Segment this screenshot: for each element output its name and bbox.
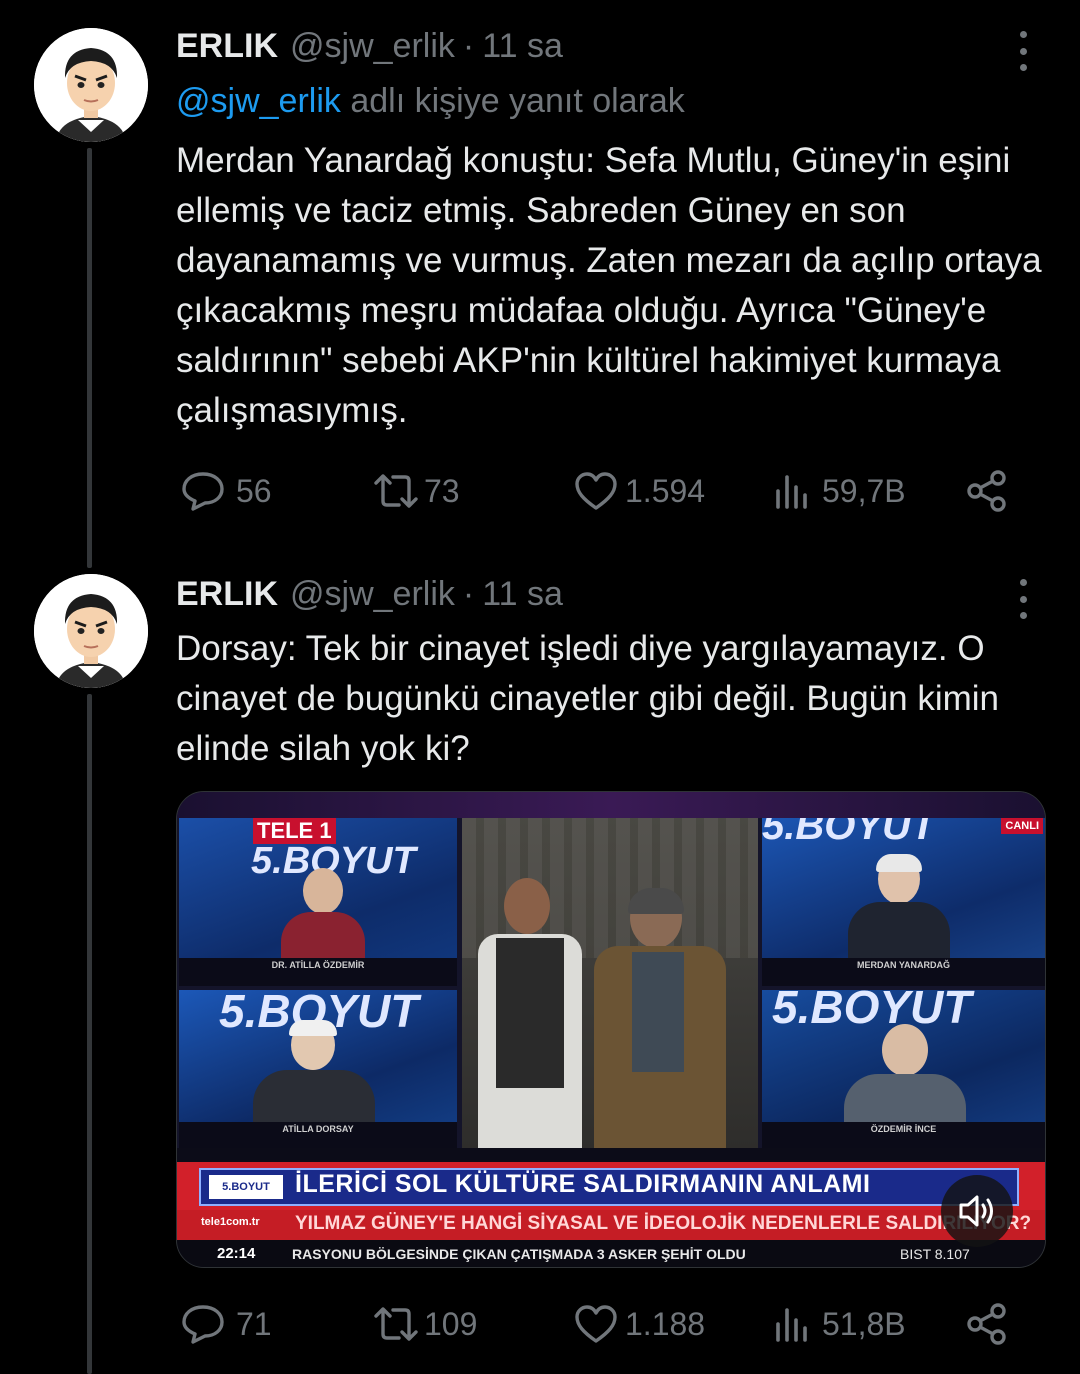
guest-nameplate: ÖZDEMİR İNCE — [762, 1122, 1045, 1148]
video-panel: TELE 1 5.BOYUT DR. ATİLLA ÖZDEMİR — [179, 818, 457, 986]
views-icon — [776, 1308, 807, 1342]
like-count: 1.188 — [625, 1305, 706, 1342]
share-button[interactable] — [964, 466, 1010, 516]
reply-count: 56 — [236, 472, 272, 509]
avatar[interactable] — [34, 28, 148, 142]
show-title: 5.BOYUT — [762, 818, 936, 848]
sub-headline-bar: tele1com.tr YILMAZ GÜNEY'E HANGİ SİYASAL… — [177, 1210, 1045, 1240]
guest-figure — [277, 868, 369, 964]
tweet-header: ERLIK @sjw_erlik · 11 sa — [176, 24, 563, 68]
show-logo: 5.BOYUT — [209, 1175, 283, 1199]
repost-count: 73 — [424, 472, 460, 509]
live-badge: CANLI — [1001, 818, 1043, 834]
tweet-actions: 71 109 1.188 51,8B — [176, 1299, 1036, 1349]
guest-name: MERDAN YANARDAĞ — [856, 960, 950, 970]
repost-count: 109 — [424, 1305, 478, 1342]
lower-third: 5.BOYUT İLERİCİ SOL KÜLTÜRE SALDIRMANIN … — [177, 1162, 1045, 1210]
video-gap — [177, 1148, 1045, 1162]
repost-button[interactable]: 73 — [372, 466, 460, 516]
tweet-header: ERLIK @sjw_erlik · 11 sa — [176, 572, 563, 616]
more-icon[interactable] — [1008, 579, 1038, 619]
guest-figure — [840, 1024, 970, 1132]
display-name[interactable]: ERLIK — [176, 575, 278, 614]
ticker-clock: 22:14 — [217, 1245, 256, 1262]
guest-name: ATİLLA DORSAY — [282, 1124, 354, 1134]
views-button[interactable]: 59,7B — [772, 466, 906, 516]
like-count: 1.594 — [625, 472, 706, 509]
repost-icon — [374, 474, 418, 508]
like-button[interactable]: 1.188 — [573, 1299, 705, 1349]
user-handle[interactable]: @sjw_erlik — [290, 575, 455, 614]
video-headline: İLERİCİ SOL KÜLTÜRE SALDIRMANIN ANLAMI — [295, 1170, 871, 1198]
avatar[interactable] — [34, 574, 148, 688]
thread-line — [87, 148, 92, 568]
volume-button[interactable] — [941, 1175, 1013, 1247]
views-count: 59,7B — [822, 472, 906, 509]
reply-button[interactable]: 56 — [180, 466, 272, 516]
views-icon — [776, 475, 807, 509]
video-top-strip — [177, 792, 1045, 818]
repost-icon — [374, 1307, 418, 1341]
reply-mention-link[interactable]: @sjw_erlik — [176, 82, 341, 120]
video-panel: 5.BOYUT ÖZDEMİR İNCE — [762, 990, 1045, 1148]
video-subheadline: YILMAZ GÜNEY'E HANGİ SİYASAL VE İDEOLOJİ… — [295, 1213, 1032, 1234]
user-handle[interactable]: @sjw_erlik — [290, 27, 455, 66]
ticker-text: RASYONU BÖLGESİNDE ÇIKAN ÇATIŞMADA 3 ASK… — [292, 1246, 746, 1262]
views-button[interactable]: 51,8B — [772, 1299, 906, 1349]
like-icon — [575, 1305, 617, 1343]
separator: · — [462, 26, 475, 65]
video-panel — [462, 818, 758, 1148]
tweet-actions: 56 73 1.594 59,7B — [176, 466, 1036, 516]
like-button[interactable]: 1.594 — [573, 466, 705, 516]
reply-icon — [182, 1305, 224, 1344]
guest-nameplate: ATİLLA DORSAY — [179, 1122, 457, 1148]
guest-name: DR. ATİLLA ÖZDEMİR — [271, 960, 365, 970]
guest-figure — [844, 854, 954, 964]
separator: · — [462, 574, 475, 613]
film-figure — [590, 888, 730, 1148]
video-panel: 5.BOYUT CANLI MERDAN YANARDAĞ — [762, 818, 1045, 986]
share-button[interactable] — [964, 1299, 1010, 1349]
reply-context: @sjw_erlik adlı kişiye yanıt olarak — [176, 82, 685, 121]
display-name[interactable]: ERLIK — [176, 27, 278, 66]
tweet-text: Dorsay: Tek bir cinayet işledi diye yarg… — [176, 629, 1000, 768]
reply-icon — [182, 472, 224, 511]
share-icon — [967, 1303, 1006, 1345]
like-icon — [575, 472, 617, 510]
reply-count: 71 — [236, 1305, 272, 1342]
film-figure — [470, 878, 590, 1148]
volume-icon — [959, 1195, 993, 1227]
thread-line — [87, 694, 92, 1374]
more-icon[interactable] — [1008, 31, 1038, 71]
reply-button[interactable]: 71 — [180, 1299, 272, 1349]
sub-source: tele1com.tr — [201, 1216, 260, 1228]
timestamp[interactable]: 11 sa — [482, 575, 563, 614]
guest-nameplate: DR. ATİLLA ÖZDEMİR — [179, 958, 457, 986]
guest-figure — [249, 1020, 379, 1132]
views-count: 51,8B — [822, 1305, 906, 1342]
market-index: BIST 8.107 — [900, 1246, 970, 1262]
share-icon — [967, 470, 1006, 512]
guest-name: ÖZDEMİR İNCE — [870, 1124, 937, 1134]
tweet-video[interactable]: TELE 1 5.BOYUT DR. ATİLLA ÖZDEMİR 5.BOYU… — [176, 791, 1046, 1268]
tweet-text: Merdan Yanardağ konuştu: Sefa Mutlu, Gün… — [176, 141, 1042, 430]
timestamp[interactable]: 11 sa — [482, 27, 563, 66]
guest-nameplate: MERDAN YANARDAĞ — [762, 958, 1045, 986]
reply-context-text: adlı kişiye yanıt olarak — [340, 82, 685, 120]
video-panel: 5.BOYUT ATİLLA DORSAY — [179, 990, 457, 1148]
news-ticker: 22:14 RASYONU BÖLGESİNDE ÇIKAN ÇATIŞMADA… — [177, 1240, 1045, 1267]
repost-button[interactable]: 109 — [372, 1299, 477, 1349]
